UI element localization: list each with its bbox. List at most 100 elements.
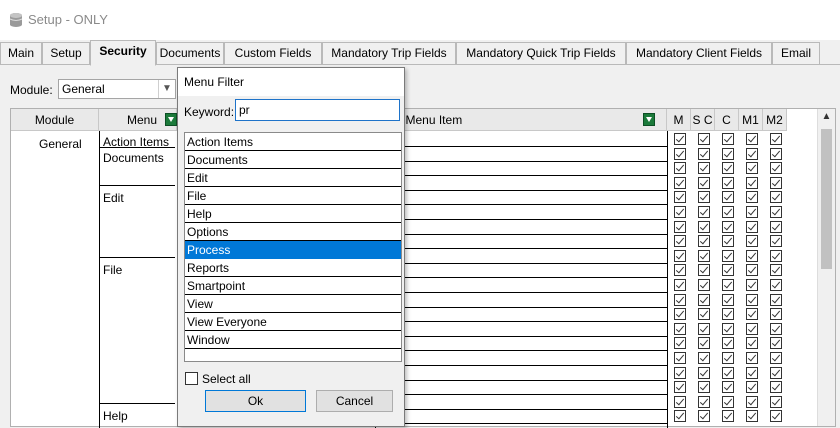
cancel-button[interactable]: Cancel xyxy=(316,390,393,412)
permission-checkbox[interactable] xyxy=(722,352,734,364)
permission-checkbox[interactable] xyxy=(746,147,758,160)
permission-checkbox[interactable] xyxy=(746,337,758,350)
permission-checkbox[interactable] xyxy=(674,162,686,175)
permission-checkbox[interactable] xyxy=(698,264,710,277)
permission-checkbox[interactable] xyxy=(698,249,710,262)
menu-list-item[interactable]: Help xyxy=(185,205,401,223)
permission-checkbox[interactable] xyxy=(722,322,734,335)
tab-security[interactable]: Security xyxy=(90,40,156,66)
select-all-checkbox[interactable] xyxy=(185,372,198,385)
permission-checkbox[interactable] xyxy=(770,147,782,160)
menu-list-item[interactable]: Process xyxy=(185,241,401,259)
permission-checkbox[interactable] xyxy=(698,352,710,364)
permission-checkbox[interactable] xyxy=(770,279,782,291)
menu-list-item[interactable]: Smartpoint xyxy=(185,277,401,295)
menu-list-item[interactable]: Window xyxy=(185,331,401,349)
permission-checkbox[interactable] xyxy=(674,366,686,379)
permission-checkbox[interactable] xyxy=(770,395,782,408)
permission-checkbox[interactable] xyxy=(674,249,686,262)
permission-checkbox[interactable] xyxy=(674,235,686,248)
tab-mandatory-trip-fields[interactable]: Mandatory Trip Fields xyxy=(322,42,456,64)
permission-checkbox[interactable] xyxy=(770,366,782,379)
permission-checkbox[interactable] xyxy=(674,147,686,160)
permission-checkbox[interactable] xyxy=(770,381,782,394)
permission-checkbox[interactable] xyxy=(746,220,758,233)
permission-checkbox[interactable] xyxy=(770,162,782,175)
permission-checkbox[interactable] xyxy=(770,308,782,321)
permission-checkbox[interactable] xyxy=(770,264,782,277)
permission-checkbox[interactable] xyxy=(698,279,710,291)
permission-checkbox[interactable] xyxy=(674,395,686,408)
permission-checkbox[interactable] xyxy=(698,162,710,175)
module-select[interactable]: General ▼ xyxy=(58,79,176,99)
permission-checkbox[interactable] xyxy=(746,308,758,321)
permission-checkbox[interactable] xyxy=(698,395,710,408)
permission-checkbox[interactable] xyxy=(746,279,758,291)
permission-checkbox[interactable] xyxy=(770,322,782,335)
permission-checkbox[interactable] xyxy=(722,308,734,321)
permission-checkbox[interactable] xyxy=(722,191,734,204)
permission-checkbox[interactable] xyxy=(698,293,710,306)
tab-documents[interactable]: Documents xyxy=(156,42,224,64)
permission-checkbox[interactable] xyxy=(698,381,710,394)
permission-checkbox[interactable] xyxy=(722,381,734,394)
permission-checkbox[interactable] xyxy=(722,366,734,379)
permission-checkbox[interactable] xyxy=(770,176,782,189)
permission-checkbox[interactable] xyxy=(698,147,710,160)
permission-checkbox[interactable] xyxy=(674,381,686,394)
permission-checkbox[interactable] xyxy=(722,133,734,145)
permission-checkbox[interactable] xyxy=(746,293,758,306)
permission-checkbox[interactable] xyxy=(698,220,710,233)
menu-list-item[interactable]: File xyxy=(185,187,401,205)
chevron-down-icon[interactable]: ▼ xyxy=(158,80,175,98)
permission-checkbox[interactable] xyxy=(722,176,734,189)
tab-custom-fields[interactable]: Custom Fields xyxy=(224,42,322,64)
permission-checkbox[interactable] xyxy=(770,191,782,204)
permission-checkbox[interactable] xyxy=(674,191,686,204)
keyword-input[interactable]: pr xyxy=(235,99,400,121)
permission-checkbox[interactable] xyxy=(722,162,734,175)
permission-checkbox[interactable] xyxy=(698,337,710,350)
scroll-thumb[interactable] xyxy=(821,129,832,269)
permission-checkbox[interactable] xyxy=(674,293,686,306)
permission-checkbox[interactable] xyxy=(770,352,782,364)
permission-checkbox[interactable] xyxy=(722,147,734,160)
permission-checkbox[interactable] xyxy=(698,176,710,189)
permission-checkbox[interactable] xyxy=(674,352,686,364)
permission-checkbox[interactable] xyxy=(722,206,734,218)
permission-checkbox[interactable] xyxy=(746,264,758,277)
permission-checkbox[interactable] xyxy=(746,366,758,379)
permission-checkbox[interactable] xyxy=(722,337,734,350)
permission-checkbox[interactable] xyxy=(746,249,758,262)
permission-checkbox[interactable] xyxy=(746,235,758,248)
permission-checkbox[interactable] xyxy=(746,162,758,175)
permission-checkbox[interactable] xyxy=(770,220,782,233)
permission-checkbox[interactable] xyxy=(746,410,758,423)
permission-checkbox[interactable] xyxy=(698,133,710,145)
tab-mandatory-client-fields[interactable]: Mandatory Client Fields xyxy=(626,42,772,64)
permission-checkbox[interactable] xyxy=(722,293,734,306)
permission-checkbox[interactable] xyxy=(746,176,758,189)
permission-checkbox[interactable] xyxy=(698,366,710,379)
permission-checkbox[interactable] xyxy=(674,206,686,218)
permission-checkbox[interactable] xyxy=(746,133,758,145)
permission-checkbox[interactable] xyxy=(746,381,758,394)
permission-checkbox[interactable] xyxy=(722,220,734,233)
scroll-up-icon[interactable]: ▲ xyxy=(818,111,835,127)
ok-button[interactable]: Ok xyxy=(205,390,306,412)
submenu-filter-icon[interactable] xyxy=(643,113,655,126)
permission-checkbox[interactable] xyxy=(674,133,686,145)
permission-checkbox[interactable] xyxy=(698,410,710,423)
permission-checkbox[interactable] xyxy=(674,176,686,189)
permission-checkbox[interactable] xyxy=(770,235,782,248)
permission-checkbox[interactable] xyxy=(746,206,758,218)
menu-list-item[interactable]: Documents xyxy=(185,151,401,169)
permission-checkbox[interactable] xyxy=(674,410,686,423)
permission-checkbox[interactable] xyxy=(722,279,734,291)
permission-checkbox[interactable] xyxy=(722,235,734,248)
menu-list-item[interactable]: View Everyone xyxy=(185,313,401,331)
menu-list-item[interactable]: Reports xyxy=(185,259,401,277)
permission-checkbox[interactable] xyxy=(770,249,782,262)
permission-checkbox[interactable] xyxy=(746,191,758,204)
permission-checkbox[interactable] xyxy=(674,322,686,335)
